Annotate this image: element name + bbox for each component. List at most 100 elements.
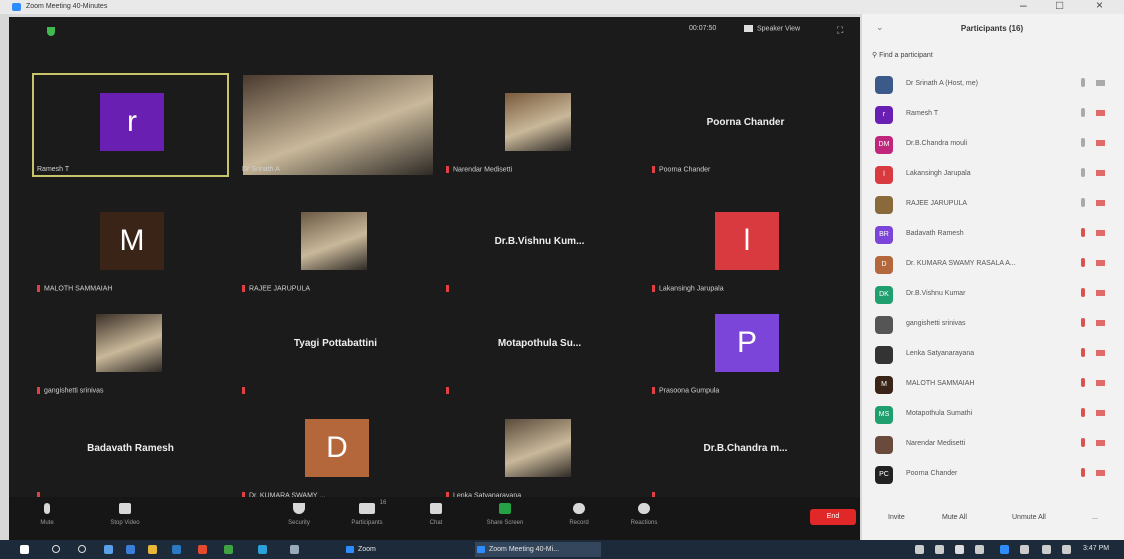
participant-row[interactable]: gangishetti srinivas (872, 312, 1122, 338)
mic-muted-icon[interactable] (1081, 468, 1085, 477)
end-meeting-button[interactable]: End (810, 509, 856, 525)
participant-row[interactable]: Dr Srinath A (Host, me) (872, 72, 1122, 98)
participant-row[interactable]: PC Poorna Chander (872, 462, 1122, 488)
chrome-icon[interactable] (198, 545, 207, 554)
video-tile[interactable]: r Ramesh T (32, 73, 229, 177)
app-icon[interactable] (224, 545, 233, 554)
invite-button[interactable]: Invite (888, 514, 905, 521)
video-tile[interactable]: M MALOTH SAMMAIAH (34, 194, 227, 294)
video-tile[interactable]: Dr.B.Chandra m... (649, 401, 842, 501)
participant-row[interactable]: Lenka Satyanarayana (872, 342, 1122, 368)
close-icon[interactable]: × (1096, 0, 1103, 12)
mic-muted-icon[interactable] (1081, 408, 1085, 417)
unmute-all-button[interactable]: Unmute All (1012, 514, 1046, 521)
encryption-shield-icon[interactable] (47, 27, 55, 36)
video-icon[interactable] (1096, 80, 1105, 86)
fullscreen-icon[interactable]: ⛶ (837, 25, 843, 36)
taskbar-meeting-app[interactable]: Zoom Meeting 40-Mi... (475, 542, 601, 557)
minimize-icon[interactable]: – (1020, 0, 1027, 12)
store-icon[interactable] (172, 545, 181, 554)
video-tile[interactable]: Poorna Chander Poorna Chander (649, 75, 842, 175)
participant-row[interactable]: l Lakansingh Jarupala (872, 162, 1122, 188)
video-tile[interactable]: Lenka Satyanarayana (443, 401, 636, 501)
video-off-icon[interactable] (1096, 110, 1105, 116)
maximize-icon[interactable]: □ (1056, 0, 1063, 12)
share-screen-button[interactable]: Share Screen (475, 503, 535, 526)
network-icon[interactable] (1020, 545, 1029, 554)
participant-row[interactable]: MS Motapothula Sumathi (872, 402, 1122, 428)
tray-icon[interactable] (1000, 545, 1009, 554)
video-tile[interactable]: Dr Srinath A (239, 75, 433, 175)
video-off-icon[interactable] (1096, 170, 1105, 176)
participants-button[interactable]: Participants (337, 503, 397, 526)
tray-icon[interactable] (955, 545, 964, 554)
volume-icon[interactable] (1062, 545, 1071, 554)
participant-search-input[interactable]: ⚲ Find a participant (872, 51, 933, 59)
view-switch-button[interactable]: Speaker View (744, 25, 800, 32)
mic-muted-icon[interactable] (1081, 258, 1085, 267)
tray-icon[interactable] (935, 545, 944, 554)
mic-icon[interactable] (1081, 78, 1085, 87)
participant-row[interactable]: M MALOTH SAMMAIAH (872, 372, 1122, 398)
edge-icon[interactable] (126, 545, 135, 554)
video-off-icon[interactable] (1096, 260, 1105, 266)
windows-start-icon[interactable] (20, 545, 29, 554)
cortana-icon[interactable] (78, 545, 86, 553)
app-icon-3[interactable] (290, 545, 299, 554)
video-off-icon[interactable] (1096, 380, 1105, 386)
video-off-icon[interactable] (1096, 470, 1105, 476)
mic-icon[interactable] (1081, 168, 1085, 177)
video-off-icon[interactable] (1096, 320, 1105, 326)
video-tile[interactable]: gangishetti srinivas (34, 296, 227, 396)
reactions-button[interactable]: Reactions (614, 503, 674, 526)
file-explorer-icon[interactable] (148, 545, 157, 554)
video-off-icon[interactable] (1096, 410, 1105, 416)
mic-icon[interactable] (1081, 198, 1085, 207)
taskbar-zoom-app[interactable]: Zoom (344, 542, 418, 557)
video-off-icon[interactable] (1096, 440, 1105, 446)
participant-row[interactable]: Narendar Medisetti (872, 432, 1122, 458)
video-tile[interactable]: P Prasoona Gumpula (649, 296, 842, 396)
mic-muted-icon[interactable] (1081, 378, 1085, 387)
tray-icon[interactable] (975, 545, 984, 554)
mute-all-button[interactable]: Mute All (942, 514, 967, 521)
mic-muted-icon[interactable] (1081, 288, 1085, 297)
participant-row[interactable]: DK Dr.B.Vishnu Kumar (872, 282, 1122, 308)
mic-muted-icon[interactable] (1081, 228, 1085, 237)
video-tile[interactable]: Narendar Medisetti (443, 75, 636, 175)
video-tile[interactable]: Motapothula Su... (443, 296, 636, 396)
video-tile[interactable]: l Lakansingh Jarupala (649, 194, 842, 294)
video-tile[interactable]: Dr.B.Vishnu Kum... (443, 194, 636, 294)
mic-muted-icon[interactable] (1081, 318, 1085, 327)
video-off-icon[interactable] (1096, 200, 1105, 206)
video-off-icon[interactable] (1096, 230, 1105, 236)
mute-button[interactable]: Mute (17, 503, 77, 526)
collapse-chevron-icon[interactable]: ⌄ (876, 22, 884, 33)
record-button[interactable]: Record (549, 503, 609, 526)
video-off-icon[interactable] (1096, 140, 1105, 146)
participant-row[interactable]: r Ramesh T (872, 102, 1122, 128)
search-taskbar-icon[interactable] (52, 545, 60, 553)
participant-row[interactable]: D Dr. KUMARA SWAMY RASALA A... (872, 252, 1122, 278)
security-button[interactable]: Security (269, 503, 329, 526)
mic-muted-icon[interactable] (1081, 348, 1085, 357)
task-view-icon[interactable] (104, 545, 113, 554)
mic-icon[interactable] (1081, 138, 1085, 147)
participant-row[interactable]: BR Badavath Ramesh (872, 222, 1122, 248)
more-options-button[interactable]: ... (1092, 514, 1098, 521)
mic-icon[interactable] (1081, 108, 1085, 117)
chat-button[interactable]: Chat (406, 503, 466, 526)
video-tile[interactable]: Badavath Ramesh (34, 401, 227, 501)
video-tile[interactable]: RAJEE JARUPULA (239, 194, 432, 294)
video-tile[interactable]: D Dr. KUMARA SWAMY ... (239, 401, 432, 501)
mic-muted-icon[interactable] (1081, 438, 1085, 447)
app-icon-2[interactable] (258, 545, 267, 554)
video-off-icon[interactable] (1096, 290, 1105, 296)
tray-icon[interactable] (915, 545, 924, 554)
participant-row[interactable]: DM Dr.B.Chandra mouli (872, 132, 1122, 158)
video-tile[interactable]: Tyagi Pottabattini (239, 296, 432, 396)
stop-video-button[interactable]: Stop Video (95, 503, 155, 526)
video-off-icon[interactable] (1096, 350, 1105, 356)
participant-row[interactable]: RAJEE JARUPULA (872, 192, 1122, 218)
battery-icon[interactable] (1042, 545, 1051, 554)
